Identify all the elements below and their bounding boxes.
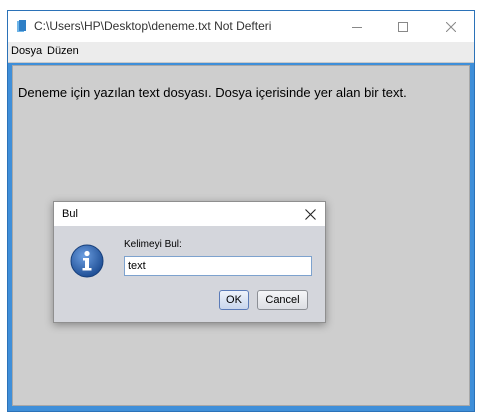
close-button[interactable] (428, 11, 474, 42)
editor-content: Deneme için yazılan text dosyası. Dosya … (18, 85, 407, 100)
info-icon (70, 244, 104, 278)
ok-button[interactable]: OK (219, 290, 249, 310)
title-bar[interactable]: C:\Users\HP\Desktop\deneme.txt Not Defte… (8, 11, 474, 42)
menu-bar: Dosya Düzen (8, 42, 474, 63)
maximize-icon (398, 21, 408, 32)
menu-duzen[interactable]: Düzen (47, 45, 79, 57)
find-word-label: Kelimeyi Bul: (124, 239, 182, 250)
dialog-title-bar[interactable]: Bul (54, 202, 325, 226)
window-title: C:\Users\HP\Desktop\deneme.txt Not Defte… (34, 19, 272, 33)
minimize-button[interactable] (334, 11, 380, 42)
notepad-app-icon (17, 20, 26, 32)
dialog-close-button[interactable] (301, 205, 319, 223)
cancel-button[interactable]: Cancel (257, 290, 308, 310)
find-dialog: Bul Kelimeyi Bul: OK Cancel (53, 201, 326, 323)
minimize-icon (352, 26, 362, 28)
find-word-input[interactable] (124, 256, 312, 276)
close-icon (304, 208, 316, 220)
menu-dosya[interactable]: Dosya (11, 45, 42, 57)
maximize-button[interactable] (380, 11, 426, 42)
dialog-title: Bul (62, 208, 78, 220)
close-icon (446, 21, 456, 32)
